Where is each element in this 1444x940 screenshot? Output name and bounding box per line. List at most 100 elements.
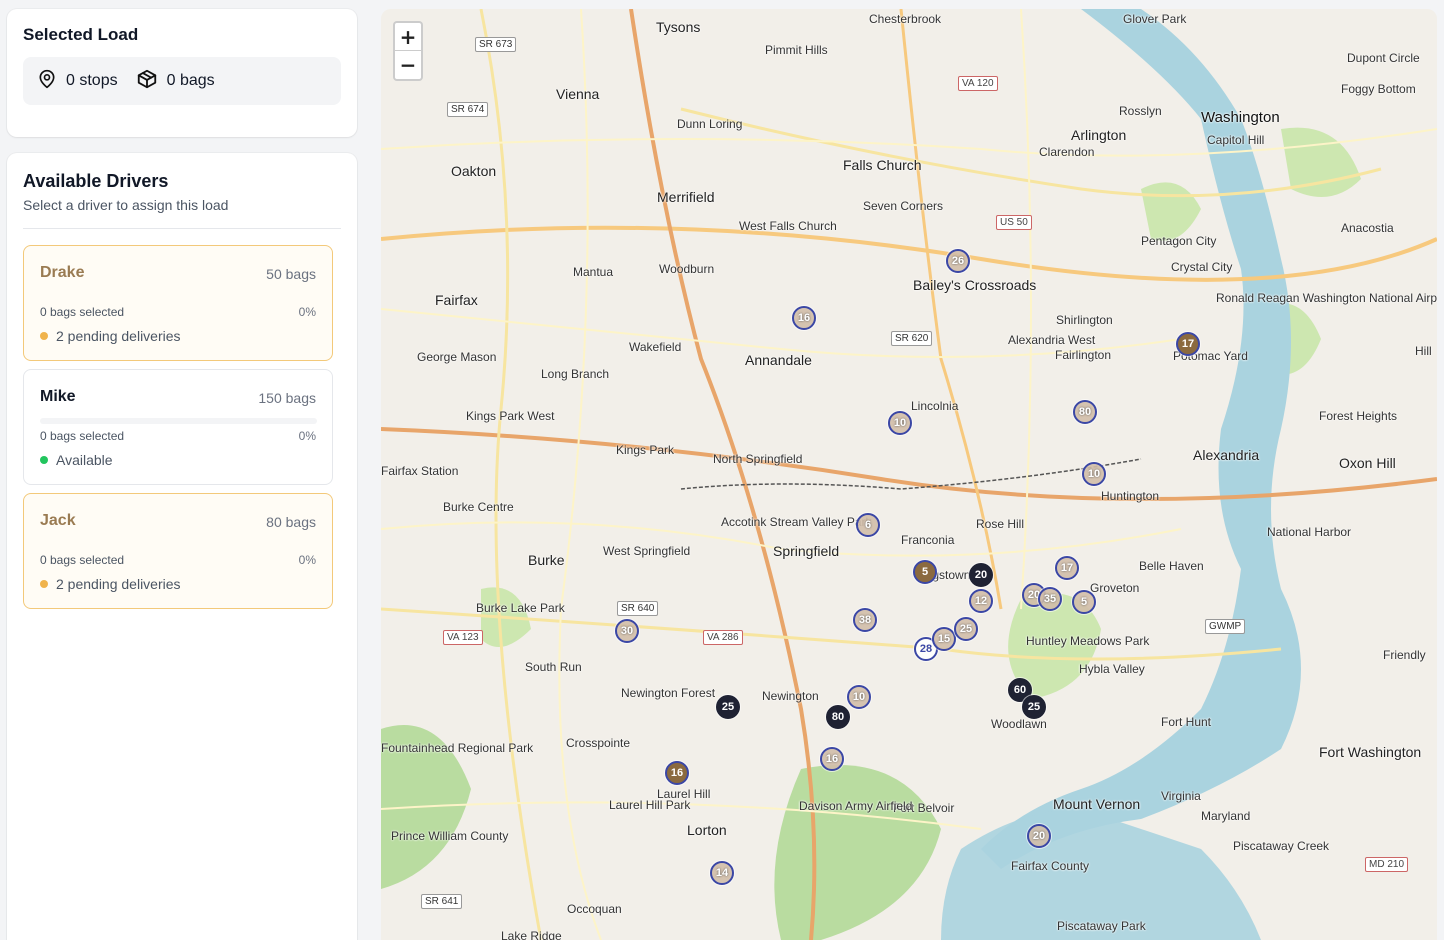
place-label: Occoquan: [567, 902, 622, 916]
delivery-cluster-marker[interactable]: 16: [792, 306, 816, 330]
load-percent: 0%: [298, 429, 316, 443]
place-label: West Springfield: [603, 544, 691, 558]
driver-status-text: 2 pending deliveries: [56, 576, 181, 592]
place-label: Dunn Loring: [677, 117, 743, 131]
place-label: Falls Church: [843, 157, 922, 173]
place-label: Long Branch: [541, 367, 610, 381]
route-shield: US 50: [996, 215, 1032, 230]
delivery-cluster-marker[interactable]: 30: [615, 619, 639, 643]
delivery-cluster-marker[interactable]: 25: [716, 695, 740, 719]
zoom-control: + −: [393, 21, 423, 81]
place-label: Woodlawn: [991, 717, 1047, 731]
driver-capacity: 50 bags: [266, 266, 316, 282]
place-label: Oxon Hill: [1339, 455, 1396, 471]
place-label: Forest Heights: [1319, 409, 1398, 423]
map-view[interactable]: + − Tysons Pimmit Hills Chesterbrook Glover…: [381, 9, 1437, 940]
driver-capacity: 150 bags: [258, 390, 316, 406]
delivery-cluster-marker[interactable]: 16: [820, 747, 844, 771]
route-shield: SR 640: [617, 601, 659, 616]
route-shield: SR 641: [421, 894, 463, 909]
place-label: Burke Centre: [443, 500, 514, 514]
place-label: Kings Park West: [466, 409, 555, 423]
driver-status: 2 pending deliveries: [40, 576, 181, 592]
delivery-cluster-marker[interactable]: 10: [847, 685, 871, 709]
load-stats: 0 stops 0 bags: [23, 57, 341, 105]
delivery-cluster-marker[interactable]: 17: [1055, 556, 1079, 580]
capacity-bar: [40, 418, 317, 424]
delivery-cluster-marker[interactable]: 25: [954, 617, 978, 641]
driver-card-jack[interactable]: Jack 80 bags 0 bags selected 0% 2 pendin…: [23, 493, 333, 609]
package-icon: [136, 68, 167, 95]
bags-selected: 0 bags selected: [40, 429, 125, 443]
place-label: Anacostia: [1341, 221, 1394, 235]
driver-capacity: 80 bags: [266, 514, 316, 530]
place-label: Huntley Meadows Park: [1026, 634, 1150, 648]
place-label: Shirlington: [1056, 313, 1113, 327]
place-label: Crosspointe: [566, 736, 631, 750]
place-label: Belle Haven: [1139, 559, 1204, 573]
delivery-cluster-marker[interactable]: 17: [1176, 332, 1200, 356]
delivery-cluster-marker[interactable]: 5: [1072, 590, 1096, 614]
place-label: Arlington: [1071, 127, 1127, 143]
delivery-cluster-marker[interactable]: 80: [1073, 400, 1097, 424]
place-label: Piscataway Park: [1057, 919, 1146, 933]
stops-count: 0 stops: [66, 72, 118, 89]
delivery-cluster-marker[interactable]: 26: [946, 249, 970, 273]
delivery-cluster-marker[interactable]: 16: [665, 761, 689, 785]
route-shield: GWMP: [1205, 619, 1246, 634]
delivery-cluster-marker[interactable]: 25: [1022, 695, 1046, 719]
delivery-cluster-marker[interactable]: 6: [856, 513, 880, 537]
driver-status-text: Available: [56, 452, 113, 468]
place-label: Pentagon City: [1141, 234, 1217, 248]
place-label: Annandale: [745, 352, 812, 368]
divider: [23, 228, 341, 229]
place-label: Huntington: [1101, 489, 1160, 503]
driver-card-drake[interactable]: Drake 50 bags 0 bags selected 0% 2 pendi…: [23, 245, 333, 361]
place-label: Newington: [762, 689, 819, 703]
place-label: Fairfax County: [1011, 859, 1090, 873]
place-label: Vienna: [556, 86, 600, 102]
load-percent: 0%: [298, 305, 316, 319]
delivery-cluster-marker[interactable]: 10: [1082, 462, 1106, 486]
delivery-cluster-marker[interactable]: 15: [932, 627, 956, 651]
delivery-cluster-marker[interactable]: 10: [888, 411, 912, 435]
place-label: Capitol Hill: [1207, 133, 1265, 147]
place-label: Friendly: [1383, 648, 1426, 662]
place-label: Hill: [1415, 344, 1432, 358]
place-label: Hybla Valley: [1079, 662, 1145, 676]
place-label: Lorton: [687, 822, 727, 838]
zoom-in-button[interactable]: +: [395, 23, 421, 51]
place-label: Piscataway Creek: [1233, 839, 1330, 853]
place-label: Lincolnia: [911, 399, 959, 413]
delivery-cluster-marker[interactable]: 5: [913, 560, 937, 584]
delivery-cluster-marker[interactable]: 80: [826, 705, 850, 729]
route-shield: VA 123: [443, 630, 483, 645]
delivery-cluster-marker[interactable]: 20: [969, 563, 993, 587]
stops-stat: 0 stops: [37, 68, 118, 95]
place-label: Maryland: [1201, 809, 1251, 823]
delivery-cluster-marker[interactable]: 38: [853, 608, 877, 632]
driver-card-mike[interactable]: Mike 150 bags 0 bags selected 0% Availab…: [23, 369, 333, 485]
delivery-cluster-marker[interactable]: 35: [1038, 587, 1062, 611]
place-label: Kings Park: [616, 443, 675, 457]
zoom-out-button[interactable]: −: [395, 51, 421, 79]
place-label: Rosslyn: [1119, 104, 1162, 118]
delivery-cluster-marker[interactable]: 20: [1027, 824, 1051, 848]
driver-name: Jack: [40, 512, 76, 529]
delivery-cluster-marker[interactable]: 12: [969, 589, 993, 613]
place-label: Accotink Stream Valley Park: [721, 515, 872, 529]
place-label: Dupont Circle: [1347, 51, 1420, 65]
driver-status-text: 2 pending deliveries: [56, 328, 181, 344]
place-label: Lake Ridge: [501, 929, 562, 940]
place-label: George Mason: [417, 350, 497, 364]
place-label: West Falls Church: [739, 219, 837, 233]
place-label: Washington: [1201, 109, 1280, 126]
place-label: Virginia: [1161, 789, 1201, 803]
available-drivers-card: Available Drivers Select a driver to ass…: [7, 153, 357, 940]
place-label: Burke Lake Park: [476, 601, 565, 615]
selected-load-title: Selected Load: [23, 25, 139, 44]
drivers-title: Available Drivers: [23, 171, 169, 191]
place-label: Fort Hunt: [1161, 715, 1212, 729]
delivery-cluster-marker[interactable]: 14: [710, 861, 734, 885]
place-label: Clarendon: [1039, 145, 1095, 159]
